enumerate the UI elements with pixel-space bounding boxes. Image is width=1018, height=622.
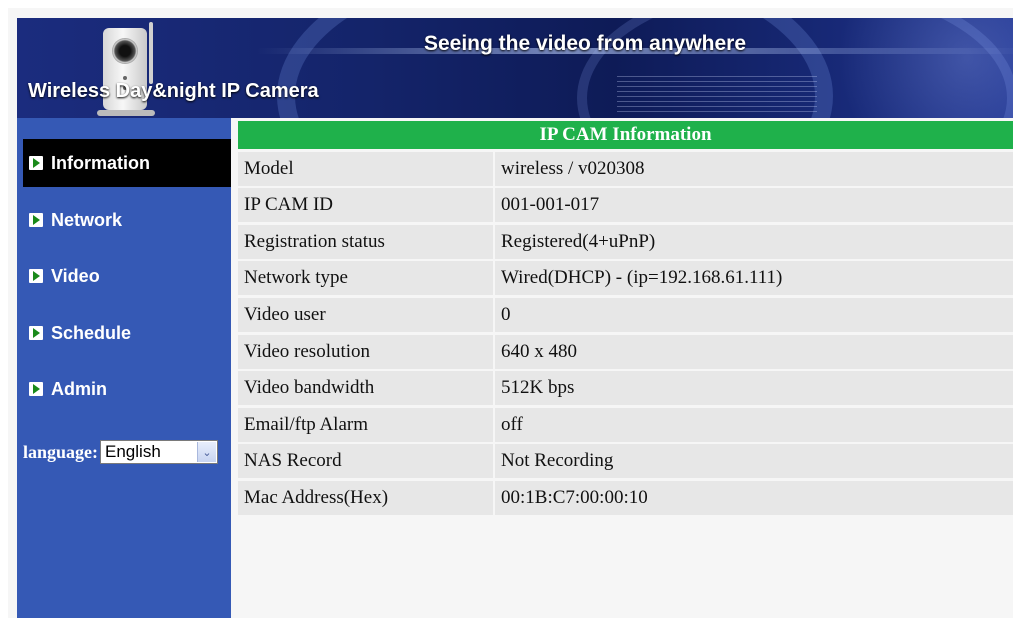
row-value: wireless / v020308 — [495, 151, 1013, 186]
row-key: Video bandwidth — [238, 371, 493, 406]
row-key: Network type — [238, 261, 493, 296]
row-key: Video user — [238, 297, 493, 332]
row-value: Not Recording — [495, 444, 1013, 479]
table-row: Model wireless / v020308 — [238, 151, 1013, 186]
language-select-value: English — [105, 442, 161, 461]
sidebar: Information Network Video Schedule Admin… — [17, 118, 231, 618]
row-key: IP CAM ID — [238, 188, 493, 223]
sidebar-item-admin[interactable]: Admin — [23, 365, 231, 413]
green-play-arrow-icon — [29, 326, 43, 340]
sidebar-item-label: Information — [51, 152, 150, 173]
sidebar-item-label: Video — [51, 265, 100, 286]
table-row: Mac Address(Hex) 00:1B:C7:00:00:10 — [238, 480, 1013, 515]
table-row: Network type Wired(DHCP) - (ip=192.168.61… — [238, 261, 1013, 296]
green-play-arrow-icon — [29, 213, 43, 227]
table-row: IP CAM ID 001-001-017 — [238, 188, 1013, 223]
table-row: Video bandwidth 512K bps — [238, 371, 1013, 406]
table-row: Registration status Registered(4+uPnP) — [238, 224, 1013, 259]
row-key: Mac Address(Hex) — [238, 480, 493, 515]
banner-title: Seeing the video from anywhere — [423, 32, 747, 55]
banner-fineprint-decoration — [617, 76, 817, 116]
language-label: language: — [23, 441, 99, 462]
row-value: Registered(4+uPnP) — [495, 224, 1013, 259]
table-row: NAS Record Not Recording — [238, 444, 1013, 479]
language-select[interactable]: English ⌄ — [100, 440, 219, 464]
row-value: 640 x 480 — [495, 334, 1013, 369]
row-key: Registration status — [238, 224, 493, 259]
green-play-arrow-icon — [29, 156, 43, 170]
row-key: NAS Record — [238, 444, 493, 479]
sidebar-item-label: Network — [51, 209, 123, 230]
sidebar-item-network[interactable]: Network — [23, 196, 231, 244]
chevron-down-icon[interactable]: ⌄ — [197, 442, 217, 462]
row-value: 001-001-017 — [495, 188, 1013, 223]
language-row: language: English ⌄ — [23, 440, 219, 464]
banner-subtitle: Wireless Day&night IP Camera — [28, 80, 319, 102]
header-banner: Seeing the video from anywhere Wireless … — [17, 18, 1013, 118]
table-row: Email/ftp Alarm off — [238, 407, 1013, 442]
row-key: Video resolution — [238, 334, 493, 369]
sidebar-item-video[interactable]: Video — [23, 252, 231, 300]
sidebar-item-schedule[interactable]: Schedule — [23, 309, 231, 357]
sidebar-item-label: Schedule — [51, 322, 132, 343]
row-value: 512K bps — [495, 371, 1013, 406]
row-value: Wired(DHCP) - (ip=192.168.61.111) — [495, 261, 1013, 296]
row-value: 0 — [495, 297, 1013, 332]
row-value: off — [495, 407, 1013, 442]
table-header: IP CAM Information — [238, 121, 1013, 149]
green-play-arrow-icon — [29, 269, 43, 283]
row-value: 00:1B:C7:00:00:10 — [495, 480, 1013, 515]
table-row: Video user 0 — [238, 297, 1013, 332]
table-row: Video resolution 640 x 480 — [238, 334, 1013, 369]
row-key: Model — [238, 151, 493, 186]
sidebar-item-label: Admin — [51, 378, 107, 399]
ip-cam-info-table: IP CAM Information Model wireless / v0203… — [238, 121, 1013, 515]
sidebar-item-information[interactable]: Information — [23, 139, 231, 187]
row-key: Email/ftp Alarm — [238, 407, 493, 442]
green-play-arrow-icon — [29, 382, 43, 396]
